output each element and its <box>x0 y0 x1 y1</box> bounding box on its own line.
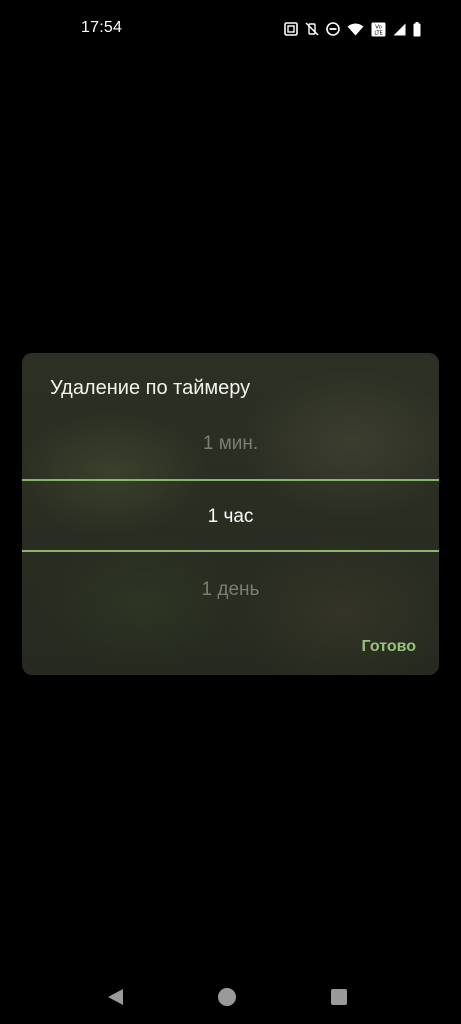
battery-icon <box>413 21 421 37</box>
picker-option-selected[interactable]: 1 час <box>22 506 439 528</box>
nfc-icon <box>284 22 298 36</box>
signal-icon <box>393 23 406 36</box>
home-icon[interactable] <box>217 987 237 1007</box>
volte-icon: Vo LTE <box>371 22 386 37</box>
wifi-icon <box>347 23 364 36</box>
timer-dialog: Удаление по таймеру 1 мин. 1 час 1 день … <box>22 353 439 675</box>
status-bar: 17:54 Vo LTE <box>0 0 461 58</box>
status-time: 17:54 <box>81 19 123 36</box>
navigation-bar <box>0 970 461 1024</box>
picker-option-next[interactable]: 1 день <box>22 579 439 601</box>
done-button[interactable]: Готово <box>362 638 416 656</box>
vibrate-off-icon <box>305 22 319 36</box>
status-icons: Vo LTE <box>284 19 421 39</box>
picker-divider-bottom <box>22 550 439 552</box>
timer-picker[interactable]: 1 мин. 1 час 1 день <box>22 408 439 628</box>
back-icon[interactable] <box>106 987 126 1007</box>
do-not-disturb-icon <box>326 22 340 36</box>
picker-divider-top <box>22 479 439 481</box>
volte-label-bottom: LTE <box>374 30 382 36</box>
picker-option-previous[interactable]: 1 мин. <box>22 433 439 455</box>
recents-icon[interactable] <box>329 987 349 1007</box>
dialog-title: Удаление по таймеру <box>50 377 251 399</box>
